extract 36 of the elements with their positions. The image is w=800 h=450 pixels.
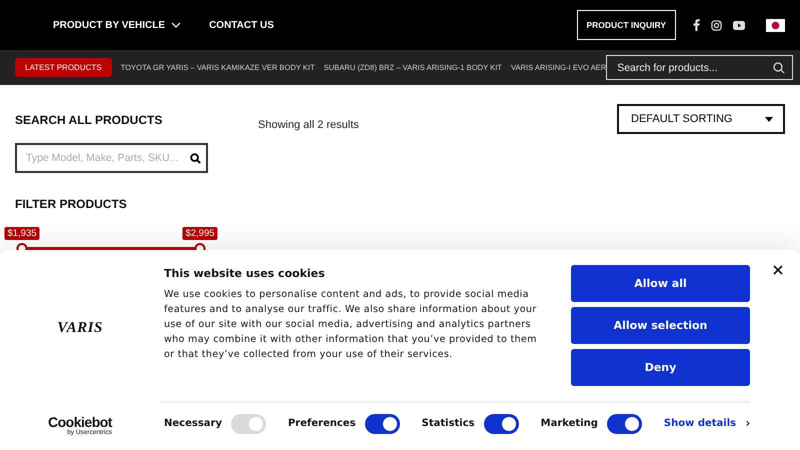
toggle-label: Necessary	[164, 418, 222, 429]
toggle-label: Marketing	[540, 418, 598, 429]
varis-logo: VARIS	[57, 320, 103, 337]
section-heading: FILTER PRODUCTS	[15, 197, 128, 211]
toggle-label: Preferences	[288, 418, 356, 429]
price-label: $1,935	[4, 227, 40, 240]
show-details-link[interactable]: Show details	[664, 418, 736, 429]
latest-products-badge[interactable]: LATEST PRODUCTS	[15, 58, 112, 77]
toggle-label: Statistics	[422, 418, 475, 429]
sorting-dropdown[interactable]: DEFAULT SORTING	[617, 104, 785, 134]
product-search-field[interactable]: Type Model, Make, Parts, SKU...	[15, 143, 208, 173]
toggle-switch[interactable]	[484, 414, 519, 434]
chevron-right-icon	[746, 419, 750, 428]
close-icon[interactable]	[773, 265, 783, 275]
result-count: Showing all 2 results	[258, 119, 359, 131]
product-inquiry-button[interactable]: PRODUCT INQUIRY	[576, 10, 676, 40]
consent-button[interactable]: Allow all	[571, 265, 750, 302]
search-icon	[773, 62, 786, 74]
cookie-title: This website uses cookies	[164, 267, 326, 280]
price-label: $2,995	[182, 227, 218, 240]
toggle-switch[interactable]	[364, 414, 400, 434]
facebook-icon[interactable]	[693, 19, 700, 31]
youtube-icon[interactable]	[733, 20, 745, 30]
instagram-icon[interactable]	[711, 20, 722, 30]
section-heading: SEARCH ALL PRODUCTS	[15, 113, 164, 127]
cookie-description: We use cookies to personalise content and ads, to provide social media features and to analyse our traffic. We also share information about your use of our site with our social media, advertising and analytics partners who may combine it with other information that you’ve provided to them or that they’ve collected from your use of their services.	[164, 288, 538, 362]
nav-link[interactable]: CONTACT US	[209, 20, 274, 30]
toggle-switch[interactable]	[606, 414, 642, 434]
consent-button[interactable]: Allow selection	[571, 307, 750, 344]
nav-link[interactable]: PRODUCT BY VEHICLE	[53, 20, 182, 30]
consent-button[interactable]: Deny	[571, 349, 750, 386]
flag-icon[interactable]	[766, 18, 785, 32]
cookiebot-logo: Cookiebot	[48, 415, 112, 429]
caret-icon	[765, 116, 773, 122]
search-icon	[190, 153, 201, 164]
search-field[interactable]: Search for products...	[606, 55, 794, 80]
